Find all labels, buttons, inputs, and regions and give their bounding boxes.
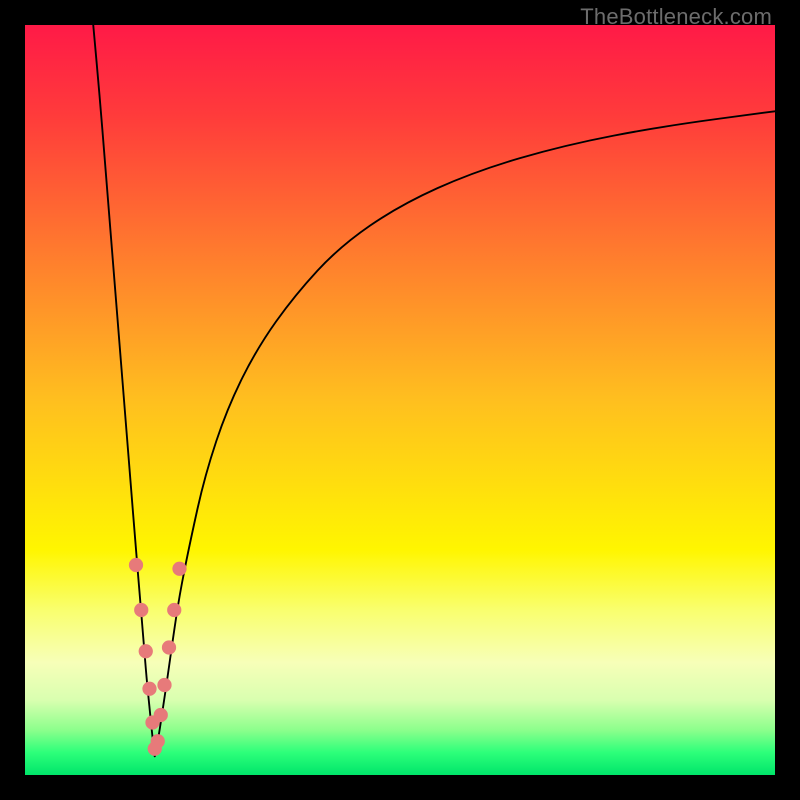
highlight-dot [142,682,156,696]
outer-black-frame: TheBottleneck.com [0,0,800,800]
highlight-dot [134,603,148,617]
highlight-dots-group [129,558,187,756]
highlight-dot [172,562,186,576]
highlight-dot [151,734,165,748]
highlight-dot [139,644,153,658]
highlight-dot [154,708,168,722]
highlight-dot [167,603,181,617]
curve-overlay [25,25,775,775]
plot-area [25,25,775,775]
highlight-dot [129,558,143,572]
highlight-dot [162,640,176,654]
right-branch-curve [155,111,775,756]
highlight-dot [157,678,171,692]
